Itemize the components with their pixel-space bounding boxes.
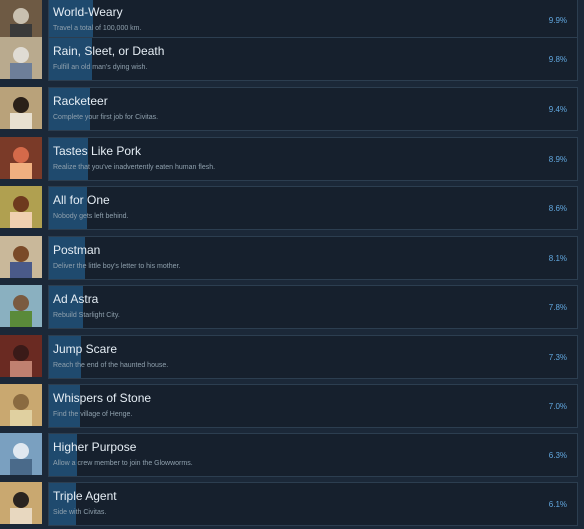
achievement-title: Whispers of Stone bbox=[53, 391, 152, 405]
old-man-portrait-icon bbox=[0, 37, 42, 79]
unlock-percent: 6.1% bbox=[548, 500, 567, 509]
achievement-description: Allow a crew member to join the Glowworm… bbox=[53, 460, 193, 467]
achievement-row[interactable]: Rain, Sleet, or Death Fulfill an old man'… bbox=[0, 37, 584, 83]
unlock-percent: 8.1% bbox=[548, 254, 567, 263]
unlock-percent: 7.8% bbox=[548, 303, 567, 312]
achievement-row[interactable]: Triple Agent Side with Civitas. 6.1% bbox=[0, 482, 584, 528]
achievement-panel: Jump Scare Reach the end of the haunted h… bbox=[48, 335, 578, 379]
boy-portrait-icon bbox=[0, 236, 42, 278]
unlock-percent: 8.6% bbox=[548, 204, 567, 213]
achievement-row[interactable]: All for One Nobody gets left behind. 8.6% bbox=[0, 186, 584, 232]
achievement-panel: All for One Nobody gets left behind. 8.6% bbox=[48, 186, 578, 230]
unlock-percent: 9.4% bbox=[548, 105, 567, 114]
achievement-description: Reach the end of the haunted house. bbox=[53, 362, 169, 369]
city-wall-icon bbox=[0, 285, 42, 327]
achievement-title: Jump Scare bbox=[53, 342, 118, 356]
unlock-percent: 6.3% bbox=[548, 451, 567, 460]
stone-village-icon bbox=[0, 384, 42, 426]
achievement-row[interactable]: Postman Deliver the little boy's letter t… bbox=[0, 236, 584, 282]
unlock-percent: 7.3% bbox=[548, 353, 567, 362]
achievement-title: Postman bbox=[53, 243, 101, 257]
achievement-panel: Postman Deliver the little boy's letter t… bbox=[48, 236, 578, 280]
achievement-panel: Higher Purpose Allow a crew member to joi… bbox=[48, 433, 578, 477]
achievement-row[interactable]: Whispers of Stone Find the village of Hen… bbox=[0, 384, 584, 430]
achievement-row[interactable]: Jump Scare Reach the end of the haunted h… bbox=[0, 335, 584, 381]
traveler-portrait-icon bbox=[0, 0, 42, 40]
roast-meat-icon bbox=[0, 137, 42, 179]
achievement-row[interactable]: Higher Purpose Allow a crew member to joi… bbox=[0, 433, 584, 479]
achievement-description: Fulfill an old man's dying wish. bbox=[53, 64, 148, 71]
achievement-panel: World-Weary Travel a total of 100,000 km.… bbox=[48, 0, 578, 42]
achievement-description: Deliver the little boy's letter to his m… bbox=[53, 263, 181, 270]
achievement-description: Nobody gets left behind. bbox=[53, 213, 129, 220]
achievement-panel: Whispers of Stone Find the village of Hen… bbox=[48, 384, 578, 428]
achievement-description: Find the village of Henge. bbox=[53, 411, 133, 418]
girl-portrait-icon bbox=[0, 186, 42, 228]
achievement-title: Triple Agent bbox=[53, 489, 117, 503]
achievement-title: Tastes Like Pork bbox=[53, 144, 142, 158]
achievement-row[interactable]: Racketeer Complete your first job for Civ… bbox=[0, 87, 584, 133]
achievement-title: Ad Astra bbox=[53, 292, 99, 306]
achievement-title: Racketeer bbox=[53, 94, 108, 108]
achievement-description: Travel a total of 100,000 km. bbox=[53, 25, 142, 32]
achievement-panel: Triple Agent Side with Civitas. 6.1% bbox=[48, 482, 578, 526]
achievement-title: Higher Purpose bbox=[53, 440, 137, 454]
achievement-description: Complete your first job for Civitas. bbox=[53, 114, 159, 121]
achievement-row[interactable]: Tastes Like Pork Realize that you've inad… bbox=[0, 137, 584, 183]
glowworm-hall-icon bbox=[0, 433, 42, 475]
haunted-house-icon bbox=[0, 335, 42, 377]
achievement-title: Rain, Sleet, or Death bbox=[53, 44, 165, 58]
achievement-description: Side with Civitas. bbox=[53, 509, 107, 516]
achievement-row[interactable]: Ad Astra Rebuild Starlight City. 7.8% bbox=[0, 285, 584, 331]
mobster-portrait-icon bbox=[0, 87, 42, 129]
achievement-list: World-Weary Travel a total of 100,000 km.… bbox=[0, 0, 584, 529]
achievement-panel: Ad Astra Rebuild Starlight City. 7.8% bbox=[48, 285, 578, 329]
unlock-percent: 7.0% bbox=[548, 402, 567, 411]
achievement-description: Rebuild Starlight City. bbox=[53, 312, 120, 319]
achievement-panel: Racketeer Complete your first job for Civ… bbox=[48, 87, 578, 131]
achievement-panel: Rain, Sleet, or Death Fulfill an old man'… bbox=[48, 37, 578, 81]
achievement-title: World-Weary bbox=[53, 5, 123, 19]
unlock-percent: 9.8% bbox=[548, 55, 567, 64]
unlock-percent: 9.9% bbox=[548, 16, 567, 25]
unlock-percent: 8.9% bbox=[548, 155, 567, 164]
achievement-panel: Tastes Like Pork Realize that you've inad… bbox=[48, 137, 578, 181]
agent-portrait-icon bbox=[0, 482, 42, 524]
achievement-description: Realize that you've inadvertently eaten … bbox=[53, 164, 216, 171]
achievement-title: All for One bbox=[53, 193, 110, 207]
